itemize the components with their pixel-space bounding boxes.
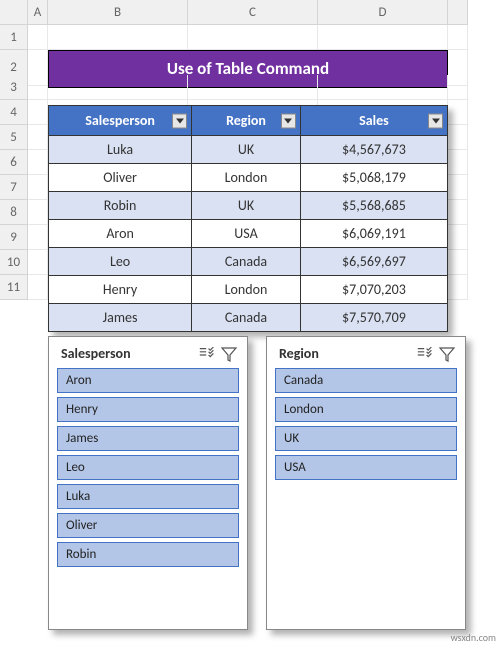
table-row[interactable]: JamesCanada$7,570,709 <box>49 304 448 332</box>
cell[interactable]: Canada <box>192 248 301 276</box>
cell[interactable]: Luka <box>49 136 192 164</box>
row-11[interactable]: 11 <box>0 275 28 300</box>
col-B[interactable]: B <box>48 0 188 25</box>
data-table: Salesperson Region Sales LukaUK$4,567,67… <box>48 105 448 332</box>
cell[interactable]: $5,568,685 <box>300 192 447 220</box>
row-1[interactable]: 1 <box>0 25 28 50</box>
slicer-item[interactable]: Luka <box>57 484 239 509</box>
cell[interactable]: $6,069,191 <box>300 220 447 248</box>
select-all-corner[interactable] <box>0 0 28 25</box>
cell[interactable]: $4,567,673 <box>300 136 447 164</box>
th-salesperson[interactable]: Salesperson <box>49 106 192 136</box>
cell[interactable]: UK <box>192 192 301 220</box>
slicer-salesperson[interactable]: Salesperson Aron Henry James Leo Luka Oliver R… <box>48 336 248 630</box>
cell[interactable]: London <box>192 276 301 304</box>
table-row[interactable]: RobinUK$5,568,685 <box>49 192 448 220</box>
row-5[interactable]: 5 <box>0 125 28 150</box>
slicer-title: Region <box>279 345 411 362</box>
th-sales[interactable]: Sales <box>300 106 447 136</box>
row-10[interactable]: 10 <box>0 250 28 275</box>
table-row[interactable]: LeoCanada$6,569,697 <box>49 248 448 276</box>
slicer-item[interactable]: Leo <box>57 455 239 480</box>
col-E[interactable] <box>448 0 468 25</box>
row-9[interactable]: 9 <box>0 225 28 250</box>
cell[interactable]: Leo <box>49 248 192 276</box>
row-7[interactable]: 7 <box>0 175 28 200</box>
row-3[interactable]: 3 <box>0 75 28 100</box>
col-A[interactable]: A <box>28 0 48 25</box>
slicer-region[interactable]: Region Canada London UK USA <box>266 336 466 630</box>
watermark: wsxdn.com <box>451 631 496 644</box>
slicer-item[interactable]: Oliver <box>57 513 239 538</box>
slicer-item[interactable]: London <box>275 397 457 422</box>
slicer-item[interactable]: Robin <box>57 542 239 567</box>
col-C[interactable]: C <box>188 0 318 25</box>
slicer-item[interactable]: Canada <box>275 368 457 393</box>
filter-icon[interactable] <box>428 113 443 128</box>
cell[interactable]: Aron <box>49 220 192 248</box>
slicer-item[interactable]: James <box>57 426 239 451</box>
cell[interactable]: Oliver <box>49 164 192 192</box>
table-row[interactable]: AronUSA$6,069,191 <box>49 220 448 248</box>
cell[interactable]: Henry <box>49 276 192 304</box>
cell[interactable]: $6,569,697 <box>300 248 447 276</box>
cell[interactable]: James <box>49 304 192 332</box>
slicer-item[interactable]: Aron <box>57 368 239 393</box>
th-region[interactable]: Region <box>192 106 301 136</box>
row-8[interactable]: 8 <box>0 200 28 225</box>
cell[interactable]: $7,070,203 <box>300 276 447 304</box>
cell[interactable]: $5,068,179 <box>300 164 447 192</box>
slicer-item[interactable]: UK <box>275 426 457 451</box>
clear-filter-icon[interactable] <box>439 347 455 361</box>
multi-select-icon[interactable] <box>199 347 215 361</box>
table-row[interactable]: HenryLondon$7,070,203 <box>49 276 448 304</box>
cell[interactable]: Canada <box>192 304 301 332</box>
table-row[interactable]: OliverLondon$5,068,179 <box>49 164 448 192</box>
row-6[interactable]: 6 <box>0 150 28 175</box>
filter-icon[interactable] <box>281 113 296 128</box>
multi-select-icon[interactable] <box>417 347 433 361</box>
cell[interactable]: Robin <box>49 192 192 220</box>
cell[interactable]: London <box>192 164 301 192</box>
filter-icon[interactable] <box>172 113 187 128</box>
slicer-title: Salesperson <box>61 345 193 362</box>
slicer-item[interactable]: USA <box>275 455 457 480</box>
table-row[interactable]: LukaUK$4,567,673 <box>49 136 448 164</box>
cell[interactable]: USA <box>192 220 301 248</box>
cell[interactable]: UK <box>192 136 301 164</box>
row-4[interactable]: 4 <box>0 100 28 125</box>
cell[interactable]: $7,570,709 <box>300 304 447 332</box>
slicer-item[interactable]: Henry <box>57 397 239 422</box>
col-D[interactable]: D <box>318 0 448 25</box>
clear-filter-icon[interactable] <box>221 347 237 361</box>
